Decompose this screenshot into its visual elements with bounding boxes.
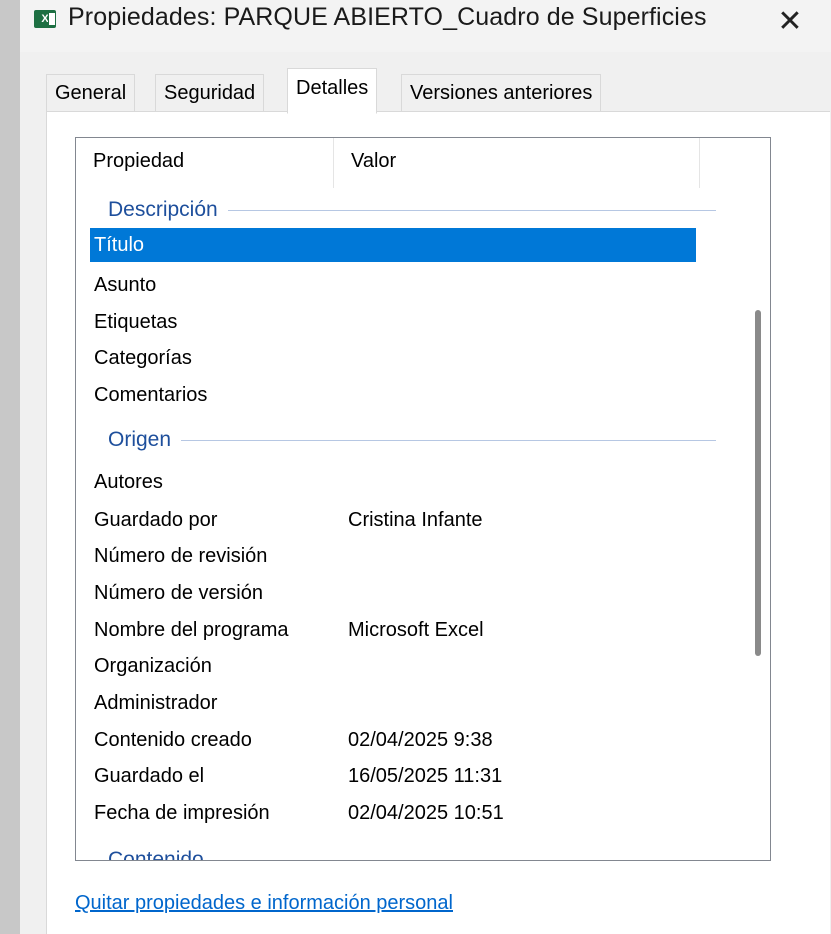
list-item-autores[interactable]: Autores [90,465,696,499]
property-name: Etiquetas [94,311,178,333]
excel-file-icon: X [34,10,56,28]
property-name: Número de revisión [94,545,268,567]
tab-versiones-anteriores[interactable]: Versiones anteriores [401,74,602,112]
group-header-contenido: Contenido [76,842,716,861]
group-divider [108,860,716,861]
group-header-descripcion: Descripción [76,192,716,228]
property-name: Comentarios [94,384,208,406]
list-item-fecha-de-impresion[interactable]: Fecha de impresión 02/04/2025 10:51 [90,796,696,830]
column-header-valor[interactable]: Valor [334,138,700,188]
property-name: Número de versión [94,582,263,604]
group-divider [108,440,716,441]
list-item-guardado-por[interactable]: Guardado por Cristina Infante [90,503,696,537]
column-header-propiedad[interactable]: Propiedad [76,138,334,188]
list-item-numero-de-revision[interactable]: Número de revisión [90,539,696,573]
property-name: Organización [94,655,212,677]
property-name: Contenido creado [94,729,252,751]
list-item-titulo[interactable]: Título [90,228,696,262]
property-name: Nombre del programa [94,619,289,641]
background-window-edge [0,0,20,934]
list-item-numero-de-version[interactable]: Número de versión [90,576,696,610]
close-button[interactable]: ✕ [760,0,820,44]
list-item-categorias[interactable]: Categorías [90,341,696,375]
property-name: Fecha de impresión [94,802,270,824]
group-header-origen: Origen [76,422,716,458]
group-label: Contenido [108,842,214,860]
property-value: 02/04/2025 9:38 [348,729,493,751]
group-label: Descripción [108,192,228,228]
window-title: Propiedades: PARQUE ABIERTO_Cuadro de Su… [68,3,707,31]
scrollbar-thumb[interactable] [755,310,761,656]
list-item-etiquetas[interactable]: Etiquetas [90,305,696,339]
property-name: Título [94,234,145,256]
property-value: 02/04/2025 10:51 [348,802,504,824]
tab-detalles[interactable]: Detalles [287,68,378,114]
property-value: 16/05/2025 11:31 [348,765,503,787]
tab-general[interactable]: General [46,74,136,112]
group-label: Origen [108,422,182,458]
list-item-administrador[interactable]: Administrador [90,686,696,720]
property-name: Asunto [94,274,157,296]
property-name: Guardado por [94,509,218,531]
list-item-organizacion[interactable]: Organización [90,649,696,683]
property-name: Guardado el [94,765,205,787]
property-name: Autores [94,471,163,493]
property-value: Microsoft Excel [348,619,484,641]
excel-icon-page [48,12,56,26]
list-item-contenido-creado[interactable]: Contenido creado 02/04/2025 9:38 [90,723,696,757]
property-name: Categorías [94,347,192,369]
list-item-comentarios[interactable]: Comentarios [90,378,696,412]
tab-seguridad[interactable]: Seguridad [155,74,265,112]
remove-properties-link[interactable]: Quitar propiedades e información persona… [75,892,453,915]
list-item-nombre-del-programa[interactable]: Nombre del programa Microsoft Excel [90,613,696,647]
property-value: Cristina Infante [348,509,483,531]
property-name: Administrador [94,692,218,714]
list-header: Propiedad Valor [76,138,736,188]
list-item-guardado-el[interactable]: Guardado el 16/05/2025 11:31 [90,759,696,793]
list-item-asunto[interactable]: Asunto [90,268,696,302]
properties-list[interactable]: Propiedad Valor Descripción Título Asunt… [75,137,771,861]
